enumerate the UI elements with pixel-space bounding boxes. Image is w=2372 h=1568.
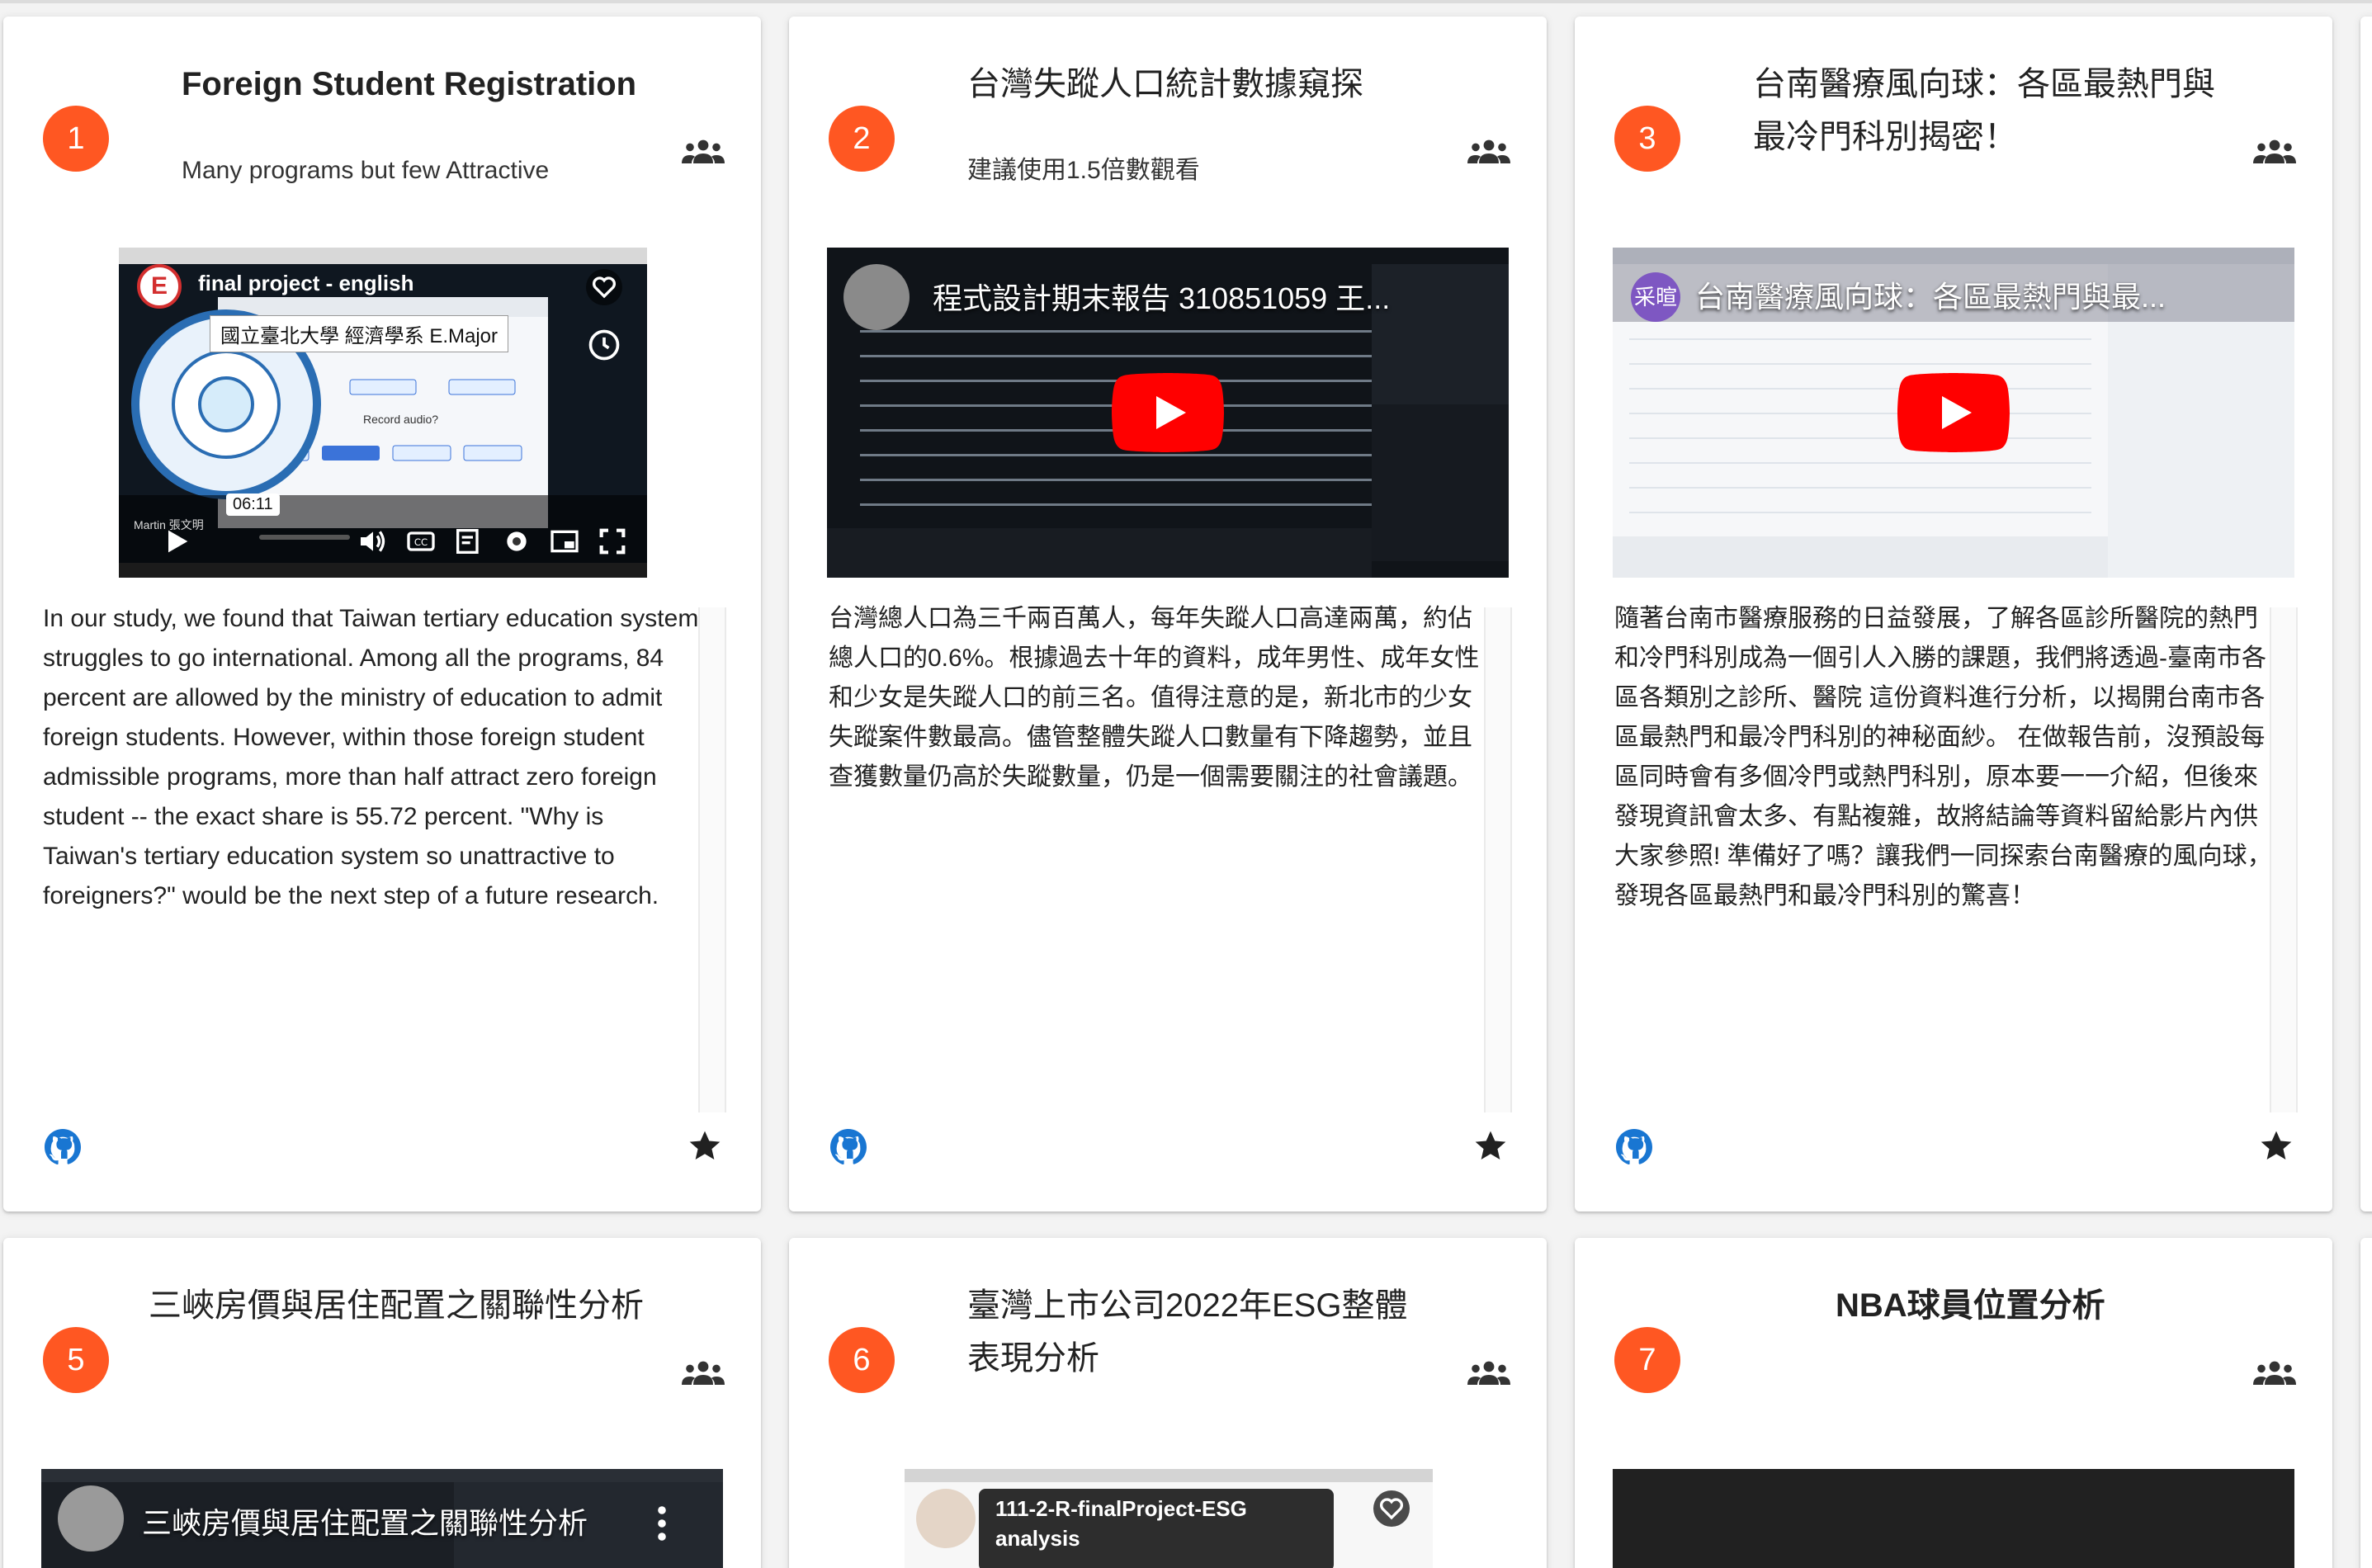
- group-icon: [1467, 139, 1510, 163]
- top-divider: [0, 0, 2372, 3]
- project-card-2: 2 台灣失蹤人口統計數據窺探 建議使用1.5倍數觀看 程式設計期末報告 3108…: [789, 17, 1547, 1211]
- group-icon: [682, 1361, 725, 1385]
- github-icon[interactable]: [829, 1127, 868, 1167]
- dialog-label: Record audio?: [363, 413, 439, 426]
- project-card-4-partial: [2360, 17, 2372, 1211]
- youtube-play-icon[interactable]: [1897, 373, 2010, 452]
- project-card-8-partial: [2360, 1238, 2372, 1568]
- video-subtitle-label: 國立臺北大學 經濟學系 E.Major: [210, 315, 509, 352]
- project-card-5: 5 三峽房價與居住配置之關聯性分析 三峽房價與居住配置之關聯性分析: [3, 1238, 761, 1568]
- youtube-play-icon[interactable]: [1112, 373, 1224, 452]
- miniplayer-icon[interactable]: [548, 525, 581, 558]
- project-card-6: 6 臺灣上市公司2022年ESG整體表現分析 111-2-R-finalProj…: [789, 1238, 1547, 1568]
- description-scrollbar[interactable]: [1484, 607, 1512, 1112]
- star-icon[interactable]: [2258, 1127, 2294, 1164]
- project-title: 台灣失蹤人口統計數據窺探: [967, 66, 1363, 102]
- video-title: 111-2-R-finalProject-ESG analysis: [995, 1496, 1247, 1551]
- channel-avatar: E: [137, 264, 182, 309]
- captions-icon[interactable]: CC: [404, 525, 437, 558]
- group-icon: [2253, 1361, 2296, 1385]
- project-title: 三峽房價與居住配置之關聯性分析: [149, 1287, 644, 1324]
- video-title: final project - english: [198, 271, 414, 295]
- project-title: Foreign Student Registration: [182, 66, 637, 102]
- play-icon[interactable]: [160, 525, 193, 558]
- project-description: In our study, we found that Taiwan terti…: [43, 605, 699, 909]
- video-thumbnail[interactable]: 111-2-R-finalProject-ESG analysis: [905, 1469, 1433, 1568]
- time-tooltip: 06:11: [226, 494, 280, 516]
- project-card-3: 3 台南醫療風向球：各區最熱門與最冷門科別揭密！ 采暄 台南醫療風向球：各區最熱…: [1575, 17, 2332, 1211]
- project-number-badge: 5: [43, 1327, 109, 1393]
- group-icon: [682, 139, 725, 163]
- heart-icon[interactable]: [586, 269, 622, 305]
- project-card-7: 7 NBA球員位置分析: [1575, 1238, 2332, 1568]
- project-number-badge: 6: [829, 1327, 895, 1393]
- project-card-1: 1 Foreign Student Registration Many prog…: [3, 17, 761, 1211]
- video-title: 三峽房價與居住配置之關聯性分析: [142, 1506, 588, 1540]
- project-title: 臺灣上市公司2022年ESG整體表現分析: [967, 1287, 1408, 1377]
- description-scrollbar[interactable]: [2270, 607, 2298, 1112]
- group-icon: [2253, 139, 2296, 163]
- channel-avatar: 采暄: [1631, 272, 1680, 322]
- project-description: 台灣總人口為三千兩百萬人，每年失蹤人口高達兩萬，約佔總人口的0.6%。根據過去十…: [829, 605, 1480, 791]
- project-number-badge: 1: [43, 106, 109, 172]
- project-subtitle: Many programs but few Attractive: [182, 157, 550, 184]
- video-title: 台南醫療風向球：各區最熱門與最...: [1695, 280, 2166, 314]
- project-gallery: 1 Foreign Student Registration Many prog…: [0, 0, 2372, 1568]
- heart-icon[interactable]: [1373, 1490, 1410, 1527]
- transcript-icon[interactable]: [452, 525, 485, 558]
- fullscreen-icon[interactable]: [596, 525, 629, 558]
- volume-icon[interactable]: [357, 525, 390, 558]
- more-options-icon[interactable]: [652, 1504, 672, 1543]
- group-icon: [1467, 1361, 1510, 1385]
- project-number-badge: 2: [829, 106, 895, 172]
- video-thumbnail[interactable]: 三峽房價與居住配置之關聯性分析: [41, 1469, 723, 1568]
- project-title: NBA球員位置分析: [1836, 1287, 2105, 1324]
- project-number-badge: 7: [1614, 1327, 1680, 1393]
- github-icon[interactable]: [1614, 1127, 1654, 1167]
- video-thumbnail[interactable]: [1613, 1469, 2294, 1568]
- github-icon[interactable]: [43, 1127, 83, 1167]
- star-icon[interactable]: [1472, 1127, 1509, 1164]
- project-description: 隨著台南市醫療服務的日益發展，了解各區診所醫院的熱門和冷門科別成為一個引人入勝的…: [1614, 605, 2272, 909]
- project-number-badge: 3: [1614, 106, 1680, 172]
- settings-icon[interactable]: [500, 525, 533, 558]
- project-title: 台南醫療風向球：各區最熱門與最冷門科別揭密！: [1753, 66, 2215, 155]
- clock-icon[interactable]: [586, 327, 622, 363]
- video-thumbnail[interactable]: 采暄 台南醫療風向球：各區最熱門與最...: [1613, 248, 2294, 578]
- project-subtitle: 建議使用1.5倍數觀看: [967, 157, 1200, 184]
- star-icon[interactable]: [687, 1127, 723, 1164]
- description-scrollbar[interactable]: [698, 607, 726, 1112]
- video-title: 程式設計期末報告 310851059 王...: [933, 281, 1391, 315]
- svg-text:CC: CC: [414, 536, 428, 548]
- video-thumbnail[interactable]: E final project - english 國立臺北大學 經濟學系 E.…: [119, 248, 647, 578]
- video-thumbnail[interactable]: 程式設計期末報告 310851059 王...: [827, 248, 1509, 578]
